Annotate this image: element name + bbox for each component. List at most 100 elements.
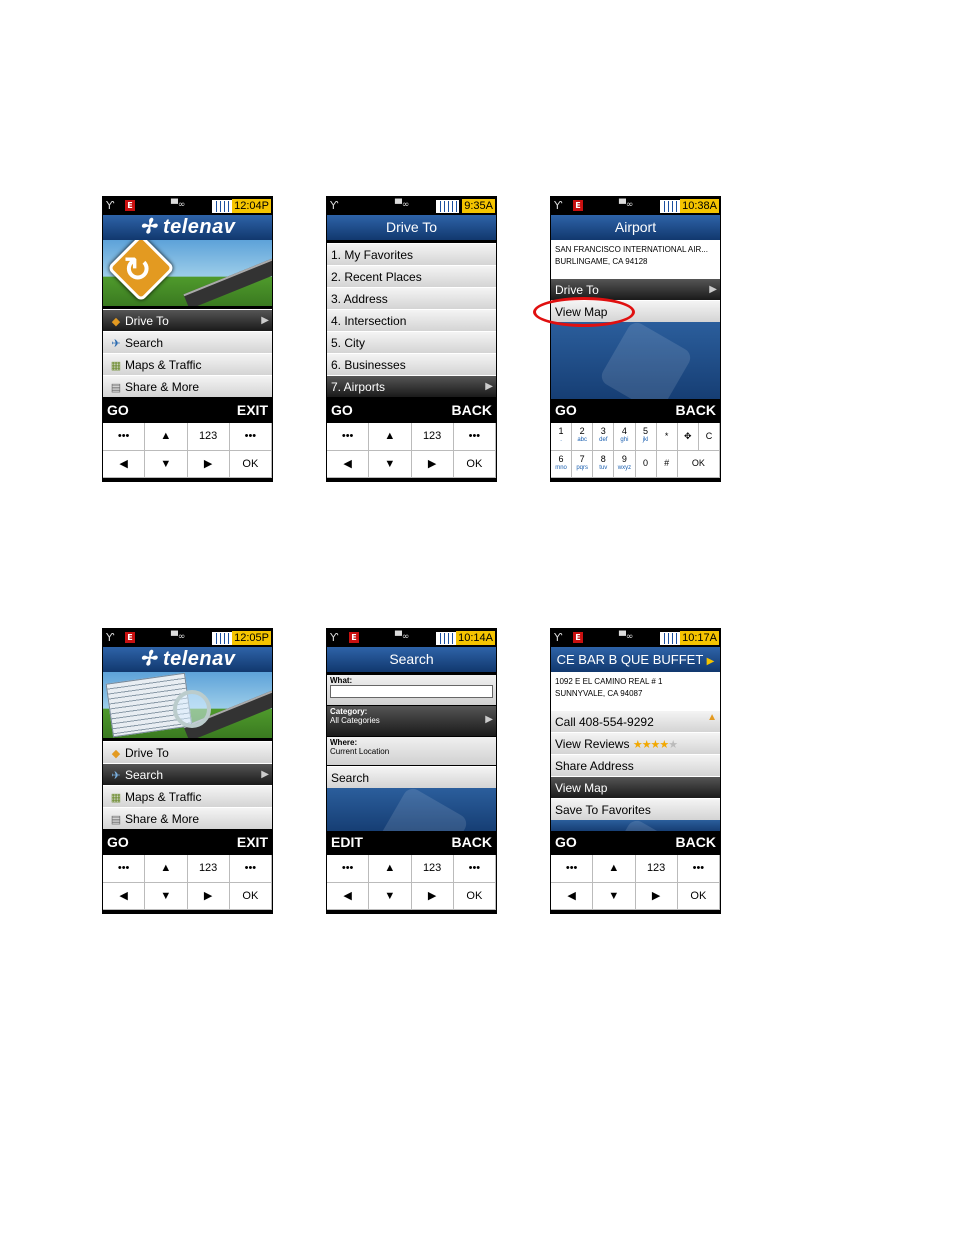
tty-icon: ▀∞	[619, 632, 634, 642]
key-down[interactable]: ▼	[369, 882, 412, 910]
key-2[interactable]: 2 abc	[572, 423, 594, 451]
key-123[interactable]: 123	[187, 423, 230, 451]
key-right[interactable]: ▶	[411, 882, 454, 910]
menu-share-address[interactable]: Share Address	[551, 754, 720, 776]
key-ok[interactable]: OK	[229, 882, 272, 910]
softkey-go[interactable]: GO	[331, 399, 353, 421]
key-up[interactable]: ▲	[145, 423, 188, 451]
address-line-1: 1092 E EL CAMINO REAL # 1	[555, 677, 663, 686]
search-button[interactable]: Search	[327, 766, 496, 788]
key-clear[interactable]: C	[698, 423, 720, 451]
key-123[interactable]: 123	[411, 423, 454, 451]
softkey-exit[interactable]: EXIT	[237, 399, 268, 421]
key-more-right[interactable]: •••	[229, 423, 272, 451]
key-right[interactable]: ▶	[635, 882, 678, 910]
menu-maps-traffic[interactable]: ▦ Maps & Traffic	[103, 785, 272, 807]
key-123[interactable]: 123	[635, 855, 678, 883]
key-left[interactable]: ◀	[551, 882, 594, 910]
key-right[interactable]: ▶	[187, 882, 230, 910]
key-7[interactable]: 7 pqrs	[572, 450, 594, 478]
status-bar: Ƴ E ▀∞ 10:17A	[551, 629, 720, 647]
key-up[interactable]: ▲	[145, 855, 188, 883]
softkey-back[interactable]: BACK	[452, 831, 492, 853]
key-up[interactable]: ▲	[369, 855, 412, 883]
menu-maps-traffic[interactable]: ▦ Maps & Traffic	[103, 353, 272, 375]
key-down[interactable]: ▼	[593, 882, 636, 910]
menu-share-more[interactable]: ▤ Share & More	[103, 807, 272, 829]
key-left[interactable]: ◀	[327, 882, 370, 910]
key-more-left[interactable]: •••	[103, 855, 146, 883]
key-1[interactable]: 1.	[551, 423, 573, 451]
key-3[interactable]: 3 def	[593, 423, 615, 451]
softkey-go[interactable]: GO	[107, 399, 129, 421]
turn-arrow-icon: ↻	[123, 250, 152, 290]
key-5[interactable]: 5 jkl	[635, 423, 657, 451]
menu-city[interactable]: 5. City	[327, 331, 496, 353]
key-more-right[interactable]: •••	[229, 855, 272, 883]
category-field[interactable]: Category: All Categories ▶	[327, 706, 496, 736]
key-ok[interactable]: OK	[677, 450, 720, 478]
key-0[interactable]: 0	[635, 450, 657, 478]
menu-recent-places[interactable]: 2. Recent Places	[327, 265, 496, 287]
key-more-left[interactable]: •••	[327, 423, 370, 451]
key-more-right[interactable]: •••	[453, 423, 496, 451]
key-up[interactable]: ▲	[593, 855, 636, 883]
what-field[interactable]: What:	[327, 675, 496, 705]
menu-address[interactable]: 3. Address	[327, 287, 496, 309]
key-left[interactable]: ◀	[327, 450, 370, 478]
softkey-back[interactable]: BACK	[452, 399, 492, 421]
softkey-back[interactable]: BACK	[676, 831, 716, 853]
key-down[interactable]: ▼	[145, 882, 188, 910]
key-ok[interactable]: OK	[229, 450, 272, 478]
where-field[interactable]: Where: Current Location	[327, 737, 496, 765]
dpad-icon[interactable]: ✥	[677, 423, 699, 451]
softkey-bar: GO EXIT	[103, 399, 272, 421]
menu-drive-to[interactable]: ◆ Drive To	[103, 741, 272, 763]
key-more-left[interactable]: •••	[551, 855, 594, 883]
key-more-left[interactable]: •••	[103, 423, 146, 451]
key-down[interactable]: ▼	[369, 450, 412, 478]
key-ok[interactable]: OK	[453, 882, 496, 910]
menu-search[interactable]: ✈ Search ▶	[103, 763, 272, 785]
softkey-go[interactable]: GO	[555, 399, 577, 421]
key-8[interactable]: 8 tuv	[593, 450, 615, 478]
menu-call[interactable]: Call 408-554-9292 ▲	[551, 710, 720, 732]
clock: 10:38A	[680, 199, 719, 213]
softkey-go[interactable]: GO	[107, 831, 129, 853]
menu-businesses[interactable]: 6. Businesses	[327, 353, 496, 375]
key-up[interactable]: ▲	[369, 423, 412, 451]
key-down[interactable]: ▼	[145, 450, 188, 478]
key-4[interactable]: 4 ghi	[614, 423, 636, 451]
key-ok[interactable]: OK	[453, 450, 496, 478]
key-ok[interactable]: OK	[677, 882, 720, 910]
key-star[interactable]: *	[656, 423, 678, 451]
key-hash[interactable]: #	[656, 450, 678, 478]
key-more-right[interactable]: •••	[677, 855, 720, 883]
key-right[interactable]: ▶	[187, 450, 230, 478]
key-6[interactable]: 6 mno	[551, 450, 573, 478]
what-input[interactable]	[330, 685, 493, 698]
key-123[interactable]: 123	[187, 855, 230, 883]
menu-airports[interactable]: 7. Airports ▶	[327, 375, 496, 397]
key-9[interactable]: 9 wxyz	[614, 450, 636, 478]
key-left[interactable]: ◀	[103, 450, 146, 478]
clock: 10:14A	[456, 631, 495, 645]
menu-view-map[interactable]: View Map	[551, 776, 720, 798]
softkey-exit[interactable]: EXIT	[237, 831, 268, 853]
key-123[interactable]: 123	[411, 855, 454, 883]
menu-my-favorites[interactable]: 1. My Favorites	[327, 243, 496, 265]
key-more-right[interactable]: •••	[453, 855, 496, 883]
menu-view-reviews[interactable]: View Reviews ★★★★★	[551, 732, 720, 754]
menu-save-favorites[interactable]: Save To Favorites	[551, 798, 720, 820]
menu-drive-to[interactable]: ◆ Drive To ▶	[103, 309, 272, 331]
softkey-edit[interactable]: EDIT	[331, 831, 363, 853]
menu-intersection[interactable]: 4. Intersection	[327, 309, 496, 331]
menu-search[interactable]: ✈ Search	[103, 331, 272, 353]
softkey-back[interactable]: BACK	[676, 399, 716, 421]
softkey-go[interactable]: GO	[555, 831, 577, 853]
key-right[interactable]: ▶	[411, 450, 454, 478]
key-left[interactable]: ◀	[103, 882, 146, 910]
key-more-left[interactable]: •••	[327, 855, 370, 883]
clock: 10:17A	[680, 631, 719, 645]
menu-share-more[interactable]: ▤ Share & More	[103, 375, 272, 397]
